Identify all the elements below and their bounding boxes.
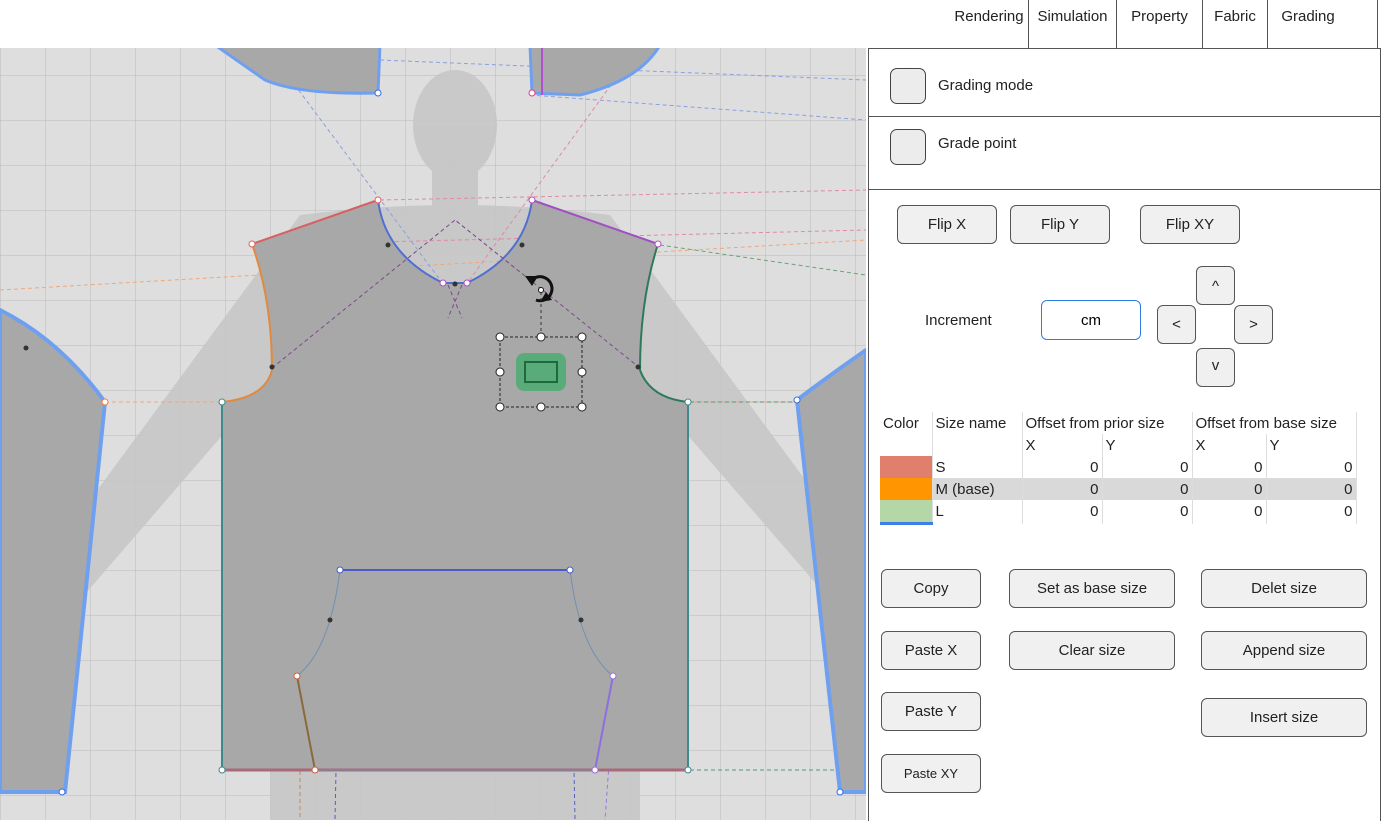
grade-point-checkbox[interactable] [890, 129, 926, 165]
size-color-swatch[interactable] [880, 456, 933, 478]
pattern-canvas[interactable] [0, 48, 866, 820]
append-size-button[interactable]: Append size [1201, 631, 1367, 670]
header-color: Color [880, 412, 933, 434]
size-name: L [932, 500, 1023, 524]
tab-simulation[interactable]: Simulation [1029, 0, 1116, 48]
offset-base-y[interactable]: 0 [1266, 500, 1357, 524]
increment-input[interactable] [1041, 300, 1141, 340]
move-down-button[interactable]: v [1196, 348, 1235, 387]
header-offset-base: Offset from base size [1192, 412, 1357, 434]
move-right-button[interactable]: > [1234, 305, 1273, 344]
subheader-blank [880, 434, 933, 456]
tab-bar: Rendering Simulation Property Fabric Gra… [870, 0, 1385, 48]
header-offset-prior: Offset from prior size [1022, 412, 1193, 434]
offset-base-x[interactable]: 0 [1192, 500, 1267, 524]
table-subheader: X Y X Y [880, 434, 1357, 456]
move-left-button[interactable]: < [1157, 305, 1196, 344]
tab-divider [1377, 0, 1378, 48]
clear-size-button[interactable]: Clear size [1009, 631, 1175, 670]
offset-prior-y[interactable]: 0 [1102, 456, 1193, 478]
insert-size-button[interactable]: Insert size [1201, 698, 1367, 737]
offset-base-y[interactable]: 0 [1266, 456, 1357, 478]
flip-x-button[interactable]: Flip X [897, 205, 997, 244]
header-size-name: Size name [932, 412, 1023, 434]
grading-panel: Grading mode Grade point Flip X Flip Y F… [868, 48, 1381, 821]
flip-xy-button[interactable]: Flip XY [1140, 205, 1240, 244]
size-color-swatch[interactable] [880, 500, 933, 525]
size-name: S [932, 456, 1023, 478]
subheader-base-x: X [1192, 434, 1267, 456]
offset-base-x[interactable]: 0 [1192, 456, 1267, 478]
divider [869, 189, 1380, 190]
grading-mode-label: Grading mode [938, 77, 1034, 94]
pattern-viewport[interactable] [0, 48, 866, 820]
subheader-base-y: Y [1266, 434, 1357, 456]
table-header: Color Size name Offset from prior size O… [880, 412, 1357, 434]
table-row[interactable]: S 0 0 0 0 [880, 456, 1357, 478]
paste-y-button[interactable]: Paste Y [881, 692, 981, 731]
offset-base-y[interactable]: 0 [1266, 478, 1357, 500]
offset-prior-y[interactable]: 0 [1102, 500, 1193, 524]
tab-fabric[interactable]: Fabric [1203, 0, 1267, 48]
table-row[interactable]: M (base) 0 0 0 0 [880, 478, 1357, 500]
delete-size-button[interactable]: Delet size [1201, 569, 1367, 608]
set-base-size-button[interactable]: Set as base size [1009, 569, 1175, 608]
copy-button[interactable]: Copy [881, 569, 981, 608]
offset-base-x[interactable]: 0 [1192, 478, 1267, 500]
divider [869, 116, 1380, 117]
size-table: Color Size name Offset from prior size O… [880, 412, 1357, 525]
size-name: M (base) [932, 478, 1023, 500]
increment-label: Increment [925, 312, 992, 329]
tab-property[interactable]: Property [1117, 0, 1202, 48]
tab-grading[interactable]: Grading [1268, 0, 1348, 48]
subheader-blank [932, 434, 1023, 456]
size-color-swatch[interactable] [880, 478, 933, 500]
offset-prior-x[interactable]: 0 [1022, 456, 1103, 478]
flip-y-button[interactable]: Flip Y [1010, 205, 1110, 244]
move-up-button[interactable]: ^ [1196, 266, 1235, 305]
offset-prior-y[interactable]: 0 [1102, 478, 1193, 500]
grade-point-label: Grade point [938, 135, 1017, 152]
subheader-prior-y: Y [1102, 434, 1193, 456]
subheader-prior-x: X [1022, 434, 1103, 456]
offset-prior-x[interactable]: 0 [1022, 478, 1103, 500]
paste-xy-button[interactable]: Paste XY [881, 754, 981, 793]
paste-x-button[interactable]: Paste X [881, 631, 981, 670]
tab-rendering[interactable]: Rendering [950, 0, 1028, 48]
table-row[interactable]: L 0 0 0 0 [880, 500, 1357, 525]
offset-prior-x[interactable]: 0 [1022, 500, 1103, 524]
grading-mode-checkbox[interactable] [890, 68, 926, 104]
